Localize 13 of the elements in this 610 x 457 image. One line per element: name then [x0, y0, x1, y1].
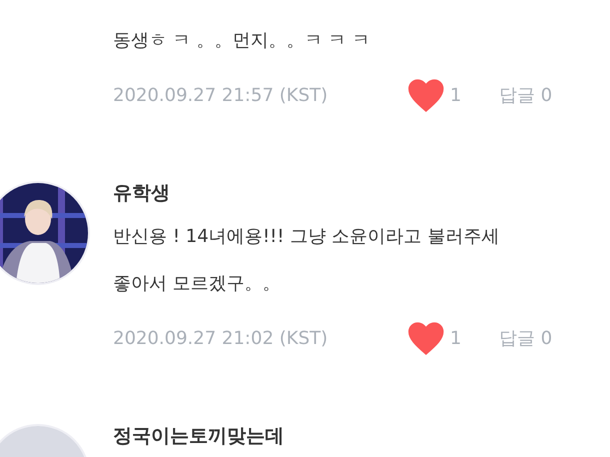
heart-icon[interactable]: [408, 322, 444, 354]
reply-link[interactable]: 답글 0: [499, 326, 552, 350]
author-name: 유학생: [113, 181, 171, 206]
timestamp: 2020.09.27 21:02 (KST): [113, 328, 329, 348]
comment-text: 반신용 ! 14녀에용!!! 그냥 소윤이라고 불러주세: [113, 225, 500, 249]
heart-icon[interactable]: [408, 78, 444, 112]
like-count: 1: [450, 328, 462, 348]
reply-link[interactable]: 답글 0: [499, 83, 552, 107]
timestamp: 2020.09.27 21:57 (KST): [113, 84, 329, 106]
like-count: 1: [450, 84, 462, 106]
comment-text: 좋아서 모르겠구。。: [113, 272, 282, 296]
comment-text: 동생ㅎ ㅋ 。。먼지。。ㅋ ㅋ ㅋ: [113, 29, 371, 53]
author-name: 정국이는토끼맞는데: [113, 424, 285, 449]
